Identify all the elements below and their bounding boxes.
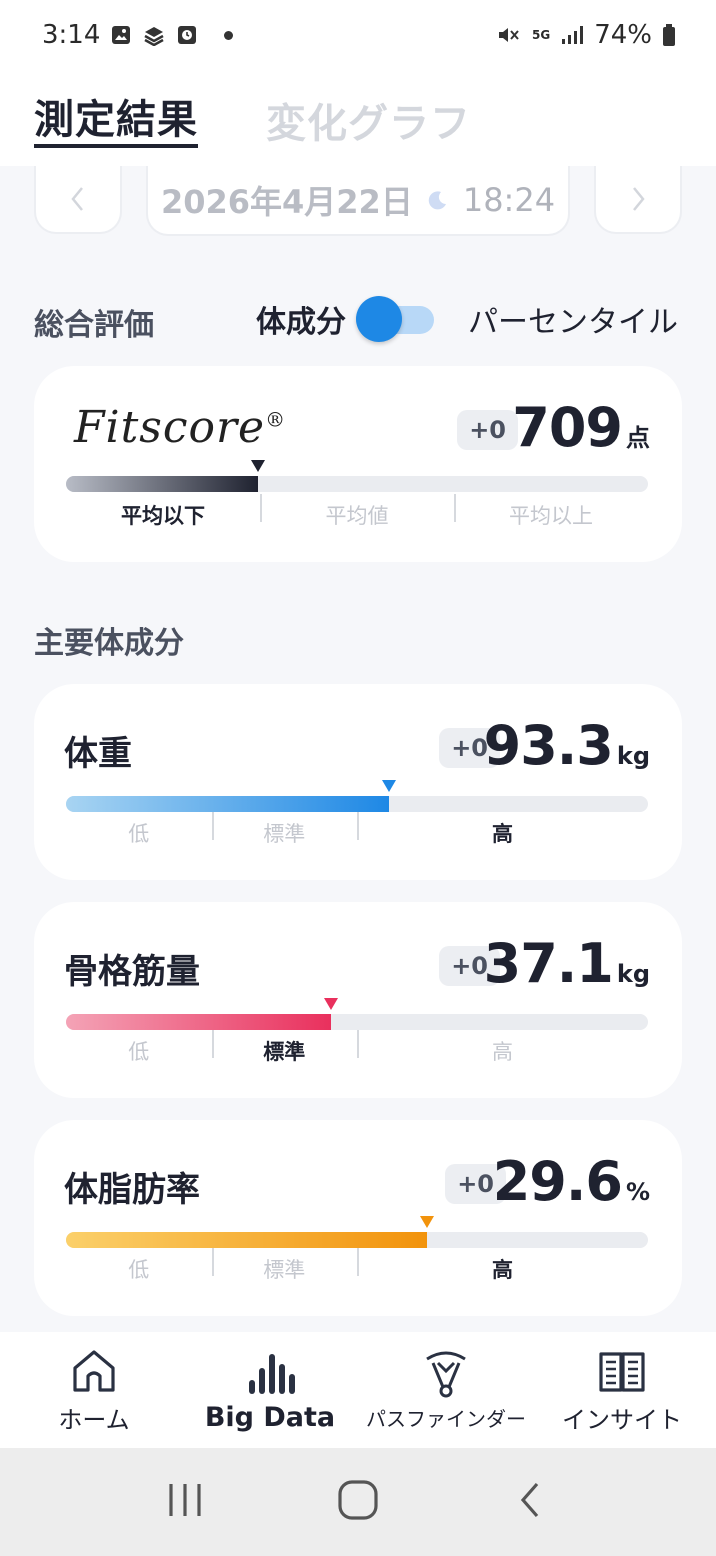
image-icon: [110, 24, 132, 46]
tab-measurement-results[interactable]: 測定結果: [34, 96, 198, 148]
nav-insight-label: インサイト: [562, 1405, 682, 1434]
fitscore-bar-fill: [66, 476, 259, 492]
chevron-right-icon: [633, 187, 645, 211]
metric-bar-marker: [419, 1216, 434, 1228]
clock-icon: [176, 24, 198, 46]
view-toggle-switch[interactable]: [356, 296, 434, 342]
metric-name: 体脂肪率: [64, 1170, 200, 1210]
book-icon: [599, 1351, 645, 1392]
fitscore-unit: 点: [626, 424, 650, 452]
metric-segment-label: 低: [128, 1040, 150, 1064]
back-arrow-icon: [520, 1482, 538, 1518]
notification-dot: [224, 30, 234, 40]
metric-card[interactable]: 体脂肪率 +0 29.6% 低標準高: [34, 1120, 682, 1316]
metric-bar: [66, 780, 648, 812]
metric-bar-fill: [66, 1232, 427, 1248]
nav-bigdata-label: Big Data: [204, 1401, 336, 1433]
home-icon: [73, 1349, 115, 1392]
date-navigation: 2026年4月22日 18:24: [34, 166, 682, 236]
bottom-navigation: ホーム Big Data パスファインダー インサイト: [0, 1332, 716, 1448]
overall-evaluation-title: 総合評価: [34, 308, 154, 343]
metric-card[interactable]: 骨格筋量 +0 37.1 kg 低標準高: [34, 902, 682, 1098]
metric-number: 37.1: [483, 932, 614, 995]
metric-card[interactable]: 体重 +0 93.3 kg 低標準高: [34, 684, 682, 880]
fitscore-bar: [66, 460, 648, 492]
metric-bar-marker: [323, 998, 338, 1010]
chevron-left-icon: [71, 187, 83, 211]
nav-home-label: ホーム: [58, 1405, 130, 1434]
fitscore-value: 709 点: [512, 396, 650, 459]
metric-segment-label: 標準: [211, 1248, 358, 1288]
metric-bar-marker: [382, 780, 396, 792]
recent-apps-button[interactable]: [165, 1480, 205, 1524]
battery-icon: [662, 23, 676, 47]
header-tabs: 測定結果 変化グラフ: [0, 70, 716, 166]
nav-pathfinder[interactable]: パスファインダー: [361, 1349, 531, 1432]
toggle-label-percentile[interactable]: パーセンタイル: [468, 297, 678, 341]
back-system-button[interactable]: [511, 1480, 551, 1524]
metric-name: 骨格筋量: [64, 952, 200, 992]
metric-segment-label: 高: [357, 812, 648, 852]
signal-icon: [560, 24, 584, 46]
nav-bigdata[interactable]: Big Data: [185, 1348, 355, 1433]
nav-home[interactable]: ホーム: [9, 1346, 179, 1435]
view-toggle-row: 体成分 パーセンタイル: [256, 296, 678, 342]
home-system-button[interactable]: [336, 1478, 380, 1526]
metric-unit: %: [625, 1178, 650, 1206]
body-composition-title: 主要体成分: [34, 626, 184, 661]
home-circle-icon: [338, 1480, 378, 1520]
fitscore-logo: Fitscore®: [74, 402, 287, 453]
metric-bar-labels: 低 標準高: [66, 1248, 648, 1288]
metric-value: 29.6%: [493, 1150, 650, 1213]
metric-number: 29.6: [492, 1150, 623, 1213]
fitscore-segment-label: 平均以下: [121, 504, 205, 528]
metric-name: 体重: [64, 734, 132, 774]
status-time: 3:14: [42, 20, 101, 50]
metric-segment-label: 高: [357, 1248, 648, 1288]
nav-insight[interactable]: インサイト: [537, 1346, 707, 1435]
date-selector[interactable]: 2026年4月22日 18:24: [146, 166, 570, 236]
metric-segment-label: 標準: [211, 812, 358, 852]
status-bar: 3:14 5G 74%: [0, 0, 716, 70]
metric-bar: [66, 998, 648, 1030]
fitscore-bar-labels: 平均以下 平均値 平均以上: [66, 494, 648, 534]
moon-icon: [428, 191, 446, 210]
network-label: 5G: [532, 27, 551, 42]
next-date-button[interactable]: [594, 166, 682, 234]
metric-number: 93.3: [483, 714, 614, 777]
metric-unit: kg: [616, 742, 650, 770]
system-navigation-bar: [0, 1448, 716, 1556]
metric-bar-labels: 低 標準高: [66, 812, 648, 852]
fitscore-segment-label: 平均以上: [454, 494, 648, 534]
metric-segment-label: 低: [128, 1258, 150, 1282]
recent-apps-icon: [169, 1484, 201, 1516]
metric-segment-label: 低: [128, 822, 150, 846]
metric-unit: kg: [616, 960, 650, 988]
time-label: 18:24: [462, 181, 556, 219]
date-label: 2026年4月22日: [160, 183, 413, 221]
tab-change-graph[interactable]: 変化グラフ: [266, 100, 471, 148]
metric-value: 37.1 kg: [484, 932, 650, 995]
bar-chart-icon: [249, 1353, 295, 1394]
fitscore-card[interactable]: Fitscore® +0 709 点 平均以下 平均値 平均以上: [34, 366, 682, 562]
metric-segment-label: 標準: [211, 1030, 358, 1070]
prev-date-button[interactable]: [34, 166, 122, 234]
fitscore-delta-badge: +0: [457, 410, 518, 450]
metric-segment-label: 高: [357, 1030, 648, 1070]
toggle-label-body-composition[interactable]: 体成分: [256, 297, 346, 341]
fitscore-segment-label: 平均値: [260, 494, 454, 534]
metric-bar: [66, 1216, 648, 1248]
pathfinder-icon: [426, 1351, 466, 1397]
nav-pathfinder-label: パスファインダー: [366, 1406, 526, 1431]
fitscore-bar-marker: [251, 460, 266, 472]
metric-value: 93.3 kg: [484, 714, 650, 777]
battery-percent: 74%: [594, 20, 652, 50]
metric-bar-labels: 低 標準高: [66, 1030, 648, 1070]
metric-bar-fill: [66, 796, 389, 812]
metric-bar-fill: [66, 1014, 331, 1030]
mute-icon: [496, 23, 522, 47]
fitscore-number: 709: [512, 396, 623, 459]
app-icon: [142, 24, 166, 46]
